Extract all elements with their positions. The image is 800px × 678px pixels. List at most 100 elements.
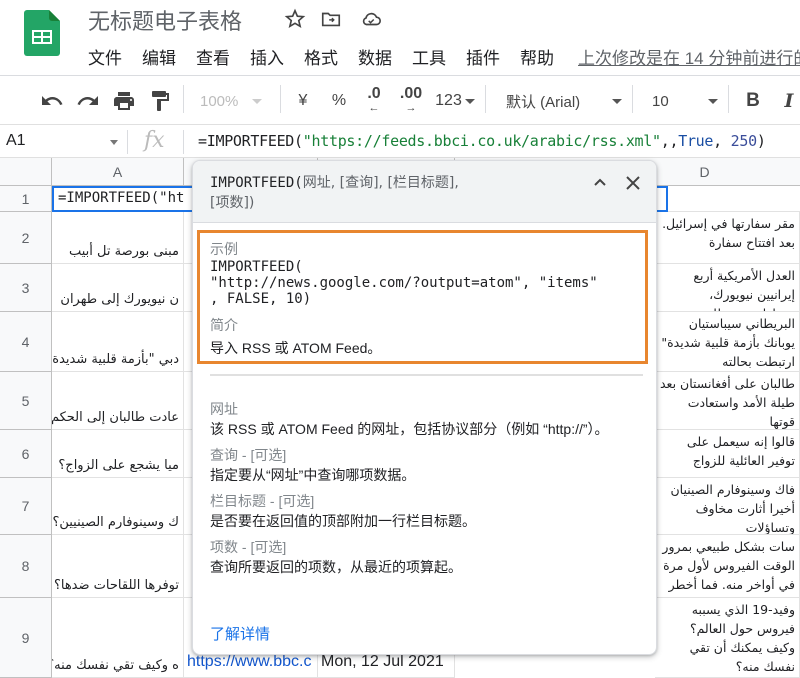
print-icon[interactable] — [112, 89, 136, 113]
cell-d2[interactable]: مقر سفارتها في إسرائيل. بعد افتتاح سفارة — [655, 212, 800, 264]
menu-bar: 文件 编辑 查看 插入 格式 数据 工具 插件 帮助 上次修改是在 14 分钟前… — [88, 44, 800, 69]
cell-text: مبنى بورصة تل أبيب — [68, 244, 179, 259]
cell-a3[interactable]: ن نيويورك إلى طهران — [52, 264, 184, 312]
cell-text: طالبان على أفغانستان بعد طيلة الأمد واست… — [659, 376, 795, 429]
chevron-down-icon — [252, 98, 263, 104]
cell-text: قالوا إنه سيعمل على توفير العائلية للزوا… — [686, 434, 795, 468]
cell-text: عادت طالبان إلى الحكم؟ — [52, 410, 179, 425]
undo-icon[interactable] — [40, 89, 64, 113]
cell-text: ميا يشجع على الزواج؟ — [58, 458, 179, 473]
formula-input[interactable]: =IMPORTFEED("https://feeds.bbci.co.uk/ar… — [198, 132, 766, 150]
formula-sep: , — [713, 132, 731, 150]
redo-icon[interactable] — [76, 89, 100, 113]
name-box[interactable]: A1 — [6, 132, 26, 150]
row-header-6[interactable]: 6 — [0, 430, 52, 478]
font-size-select[interactable]: 10 — [652, 89, 718, 113]
row-header-9[interactable]: 9 — [0, 598, 52, 678]
zoom-value: 100% — [200, 92, 239, 110]
cell-a4[interactable]: دبي "بأزمة قلبية شديدة — [52, 312, 184, 372]
row-header-2[interactable]: 2 — [0, 212, 52, 264]
cell-d8[interactable]: سات بشكل طبيعي بمرور الوقت الفيروس لأول … — [655, 535, 800, 598]
formula-bar: A1 fx =IMPORTFEED("https://feeds.bbci.co… — [0, 126, 800, 158]
font-family-select[interactable]: 默认 (Arial) — [506, 89, 622, 113]
popup-divider — [210, 374, 643, 376]
cell-d6[interactable]: قالوا إنه سيعمل على توفير العائلية للزوا… — [655, 430, 800, 478]
formula-num-arg: 250 — [730, 132, 758, 150]
close-icon[interactable] — [621, 171, 645, 195]
cell-text: فاك وسينوفارم الصينيان أخيرا أثارت مخاوف… — [670, 482, 795, 535]
chevron-down-icon — [708, 98, 718, 104]
sheets-logo-icon[interactable] — [24, 10, 60, 56]
arrow-right-icon: → — [405, 102, 417, 114]
param-desc: 指定要从“网址”中查询哪项数据。 — [210, 467, 416, 483]
toolbar-divider — [632, 85, 633, 113]
menu-help[interactable]: 帮助 — [520, 44, 554, 69]
cell-text: العدل الأمريكية أربع إيرانيين نيويورك، و… — [693, 268, 795, 311]
select-all-corner[interactable] — [0, 158, 52, 186]
chevron-down-icon[interactable] — [110, 140, 118, 145]
row-header-7[interactable]: 7 — [0, 478, 52, 535]
increase-decimal-label: .00 — [399, 85, 423, 102]
row-header-4[interactable]: 4 — [0, 312, 52, 372]
menu-tools[interactable]: 工具 — [412, 44, 446, 69]
cell-a7[interactable]: ك وسينوفارم الصينيين؟ — [52, 478, 184, 535]
formula-bool-arg: True — [678, 132, 714, 150]
cell-link[interactable]: https://www.bbc.c — [187, 653, 312, 671]
menu-data[interactable]: 数据 — [358, 44, 392, 69]
cell-text: مقر سفارتها في إسرائيل. بعد افتتاح سفارة — [662, 216, 795, 250]
cell-a9[interactable]: ه وكيف تقي نفسك منه؟ — [52, 598, 184, 678]
row-header-5[interactable]: 5 — [0, 372, 52, 430]
increase-decimal-button[interactable]: .00 → — [396, 85, 426, 115]
paint-format-icon[interactable] — [148, 89, 172, 113]
menu-format[interactable]: 格式 — [304, 44, 338, 69]
divider — [183, 130, 184, 154]
cell-a6[interactable]: ميا يشجع على الزواج؟ — [52, 430, 184, 478]
row-header-3[interactable]: 3 — [0, 264, 52, 312]
summary-label: 简介 — [210, 317, 238, 333]
zoom-select[interactable]: 100% — [200, 89, 280, 113]
formula-url-arg: "https://feeds.bbci.co.uk/arabic/rss.xml… — [302, 132, 661, 150]
chevron-up-icon[interactable] — [588, 171, 612, 195]
move-to-folder-icon[interactable] — [320, 8, 342, 30]
signature-args: [项数]) — [210, 195, 255, 211]
toolbar-divider — [728, 85, 729, 113]
column-header-a[interactable]: A — [52, 158, 184, 186]
example-highlight-box: 示例 IMPORTFEED( "http://news.google.com/?… — [197, 230, 648, 364]
menu-insert[interactable]: 插入 — [250, 44, 284, 69]
italic-button[interactable]: I — [778, 89, 800, 113]
toolbar-divider — [183, 85, 184, 113]
learn-more-link[interactable]: 了解详情 — [210, 623, 270, 644]
percent-format-button[interactable]: % — [328, 89, 350, 113]
toolbar: 100% ¥ % .0 ← .00 → 123 默认 (Arial) 10 B I — [0, 77, 800, 125]
row-header-8[interactable]: 8 — [0, 535, 52, 598]
decrease-decimal-label: .0 — [367, 85, 381, 102]
cloud-saved-icon[interactable] — [360, 8, 382, 30]
signature-function-name: IMPORTFEED( — [210, 175, 303, 191]
bold-button[interactable]: B — [742, 89, 764, 113]
document-title[interactable]: 无标题电子表格 — [88, 4, 242, 36]
menu-addons[interactable]: 插件 — [466, 44, 500, 69]
cell-a5[interactable]: عادت طالبان إلى الحكم؟ — [52, 372, 184, 430]
menu-file[interactable]: 文件 — [88, 44, 122, 69]
currency-format-button[interactable]: ¥ — [292, 89, 314, 113]
menu-view[interactable]: 查看 — [196, 44, 230, 69]
example-label: 示例 — [210, 241, 238, 257]
last-edit-link[interactable]: 上次修改是在 14 分钟前进行的 — [578, 44, 800, 69]
cell-text: ن نيويورك إلى طهران — [60, 292, 179, 307]
cell-d7[interactable]: فاك وسينوفارم الصينيان أخيرا أثارت مخاوف… — [655, 478, 800, 535]
cell-a1-text: =IMPORTFEED("ht — [58, 190, 185, 206]
param-desc: 是否要在返回值的顶部附加一行栏目标题。 — [210, 513, 476, 529]
cell-d4[interactable]: البريطاني سيباستيان يوبانك بأزمة قلبية ش… — [655, 312, 800, 372]
more-formats-label: 123 — [435, 92, 462, 109]
divider — [127, 130, 128, 154]
cell-a2[interactable]: مبنى بورصة تل أبيب — [52, 212, 184, 264]
row-header-1[interactable]: 1 — [0, 186, 52, 212]
cell-d5[interactable]: طالبان على أفغانستان بعد طيلة الأمد واست… — [655, 372, 800, 430]
star-icon[interactable] — [284, 8, 306, 30]
cell-a8[interactable]: توفرها اللقاحات ضدها؟ — [52, 535, 184, 598]
cell-d9[interactable]: وفيد-19 الذي يسببه فيروس حول العالم؟ وكي… — [655, 598, 800, 678]
cell-d3[interactable]: العدل الأمريكية أربع إيرانيين نيويورك، و… — [655, 264, 800, 312]
decrease-decimal-button[interactable]: .0 ← — [360, 85, 388, 115]
menu-edit[interactable]: 编辑 — [142, 44, 176, 69]
more-formats-button[interactable]: 123 — [432, 89, 478, 113]
